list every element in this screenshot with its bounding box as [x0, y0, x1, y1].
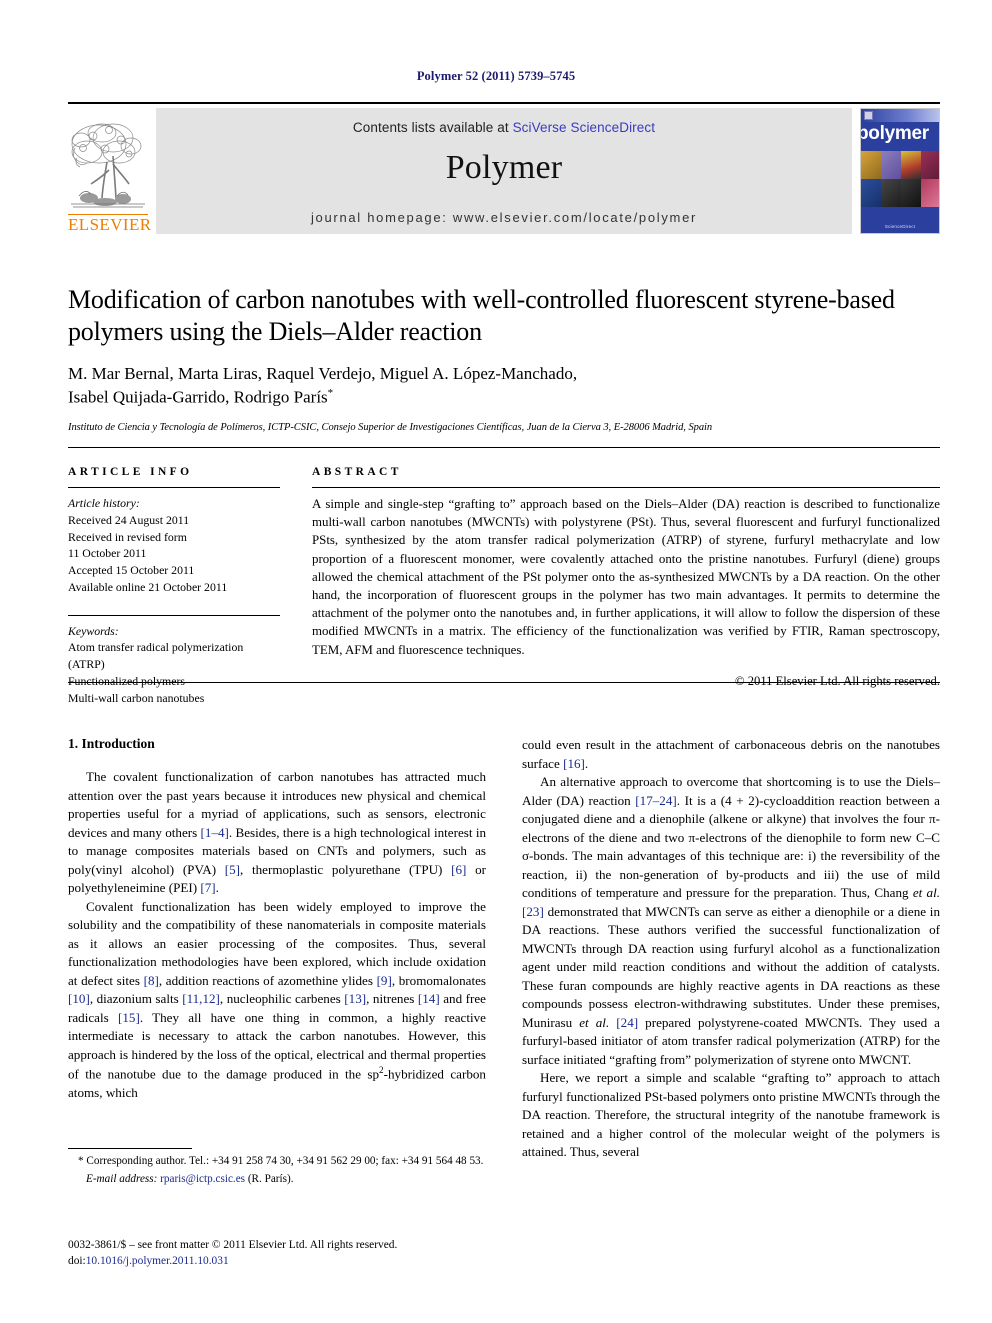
cover-logo-box — [864, 111, 873, 120]
history-item: Received in revised form — [68, 529, 187, 544]
imprint-block: 0032-3861/$ – see front matter © 2011 El… — [68, 1238, 628, 1269]
running-head: Polymer 52 (2011) 5739–5745 — [416, 69, 576, 83]
elsevier-wordmark: ELSEVIER — [68, 214, 152, 234]
elsevier-tree-icon — [69, 118, 147, 214]
elsevier-logo: ELSEVIER — [68, 108, 152, 234]
body-column-right: could even result in the attachment of c… — [522, 736, 940, 1161]
keyword-item: Multi-wall carbon nanotubes — [68, 690, 205, 705]
cover-footer-text: ScienceDirect — [884, 224, 916, 229]
email-link[interactable]: rparis@ictp.csic.es — [160, 1173, 245, 1185]
corresponding-author-marker[interactable]: * — [328, 387, 334, 399]
title-block: Modification of carbon nanotubes with we… — [68, 284, 940, 433]
cover-title-text: polymer — [860, 123, 929, 144]
contents-prefix: Contents lists available at — [352, 120, 513, 135]
article-history-list: Received 24 August 2011 Received in revi… — [68, 512, 280, 596]
affiliation: Instituto de Ciencia y Tecnología de Pol… — [68, 421, 713, 433]
history-item: 11 October 2011 — [68, 546, 147, 561]
journal-header-band: ELSEVIER Contents lists available at Sci… — [68, 102, 940, 234]
footnote-block: * Corresponding author. Tel.: +34 91 258… — [68, 1148, 486, 1188]
page-title: Modification of carbon nanotubes with we… — [68, 285, 895, 346]
body-column-left: 1. Introduction The covalent functionali… — [68, 736, 486, 1161]
info-abstract-block: ARTICLE INFO Article history: Received 2… — [68, 447, 940, 706]
abstract-heading: ABSTRACT — [312, 466, 402, 478]
keywords-label: Keywords: — [68, 623, 119, 638]
journal-homepage-link[interactable]: journal homepage: www.elsevier.com/locat… — [156, 210, 852, 225]
author-line-2: Isabel Quijada-Garrido, Rodrigo París* — [68, 386, 940, 410]
paper-page: Polymer 52 (2011) 5739–5745 ELSEVIER Con… — [0, 0, 992, 1323]
keywords-rule — [68, 614, 280, 616]
journal-title: Polymer — [445, 149, 563, 186]
author-line-1: M. Mar Bernal, Marta Liras, Raquel Verde… — [68, 364, 578, 384]
section-heading-introduction: 1. Introduction — [68, 736, 155, 751]
history-item: Received 24 August 2011 — [68, 512, 190, 527]
contents-available-line: Contents lists available at SciVerse Sci… — [353, 120, 655, 135]
article-info-rule — [68, 487, 280, 488]
email-note: E-mail address: rparis@ictp.csic.es (R. … — [68, 1172, 486, 1188]
article-info-heading: ARTICLE INFO — [68, 466, 193, 478]
cover-image-mosaic — [861, 151, 939, 207]
doi-line: doi:10.1016/j.polymer.2011.10.031 — [68, 1254, 628, 1270]
history-item: Available online 21 October 2011 — [68, 579, 228, 594]
keywords-block: Keywords: Atom transfer radical polymeri… — [68, 614, 280, 707]
author-list: M. Mar Bernal, Marta Liras, Raquel Verde… — [68, 363, 940, 410]
keyword-item: Atom transfer radical polymerization (AT… — [68, 640, 244, 671]
paragraph: Covalent functionalization has been wide… — [68, 898, 487, 1101]
doi-prefix: doi: — [68, 1254, 86, 1267]
abstract-rule — [312, 487, 940, 488]
journal-banner: Contents lists available at SciVerse Sci… — [156, 108, 852, 234]
corresponding-author-note: * Corresponding author. Tel.: +34 91 258… — [78, 1155, 484, 1167]
article-history-label: Article history: — [68, 496, 140, 510]
paragraph: could even result in the attachment of c… — [522, 737, 940, 771]
sciencedirect-link[interactable]: SciVerse ScienceDirect — [513, 120, 656, 135]
paragraph: An alternative approach to overcome that… — [522, 774, 940, 1067]
abstract-column: ABSTRACT A simple and single-step “graft… — [300, 466, 940, 706]
abstract-block-bottom-rule — [68, 682, 940, 683]
abstract-text: A simple and single-step “grafting to” a… — [312, 497, 940, 657]
history-item: Accepted 15 October 2011 — [68, 563, 195, 577]
doi-link[interactable]: 10.1016/j.polymer.2011.10.031 — [86, 1255, 229, 1267]
footnote-rule — [68, 1148, 192, 1149]
paragraph: The covalent functionalization of carbon… — [68, 769, 487, 896]
journal-cover-thumbnail[interactable]: polymer ScienceDirect — [860, 108, 940, 234]
paragraph: Here, we report a simple and scalable “g… — [522, 1070, 940, 1160]
keywords-list: Atom transfer radical polymerization (AT… — [68, 639, 280, 706]
author-line-2-names: Isabel Quijada-Garrido, Rodrigo París — [68, 388, 328, 408]
article-info-column: ARTICLE INFO Article history: Received 2… — [68, 466, 300, 706]
email-label: E-mail address: — [86, 1172, 158, 1185]
body-columns: 1. Introduction The covalent functionali… — [68, 736, 940, 1161]
email-owner: (R. París). — [247, 1172, 294, 1185]
imprint-front-matter: 0032-3861/$ – see front matter © 2011 El… — [68, 1239, 398, 1251]
